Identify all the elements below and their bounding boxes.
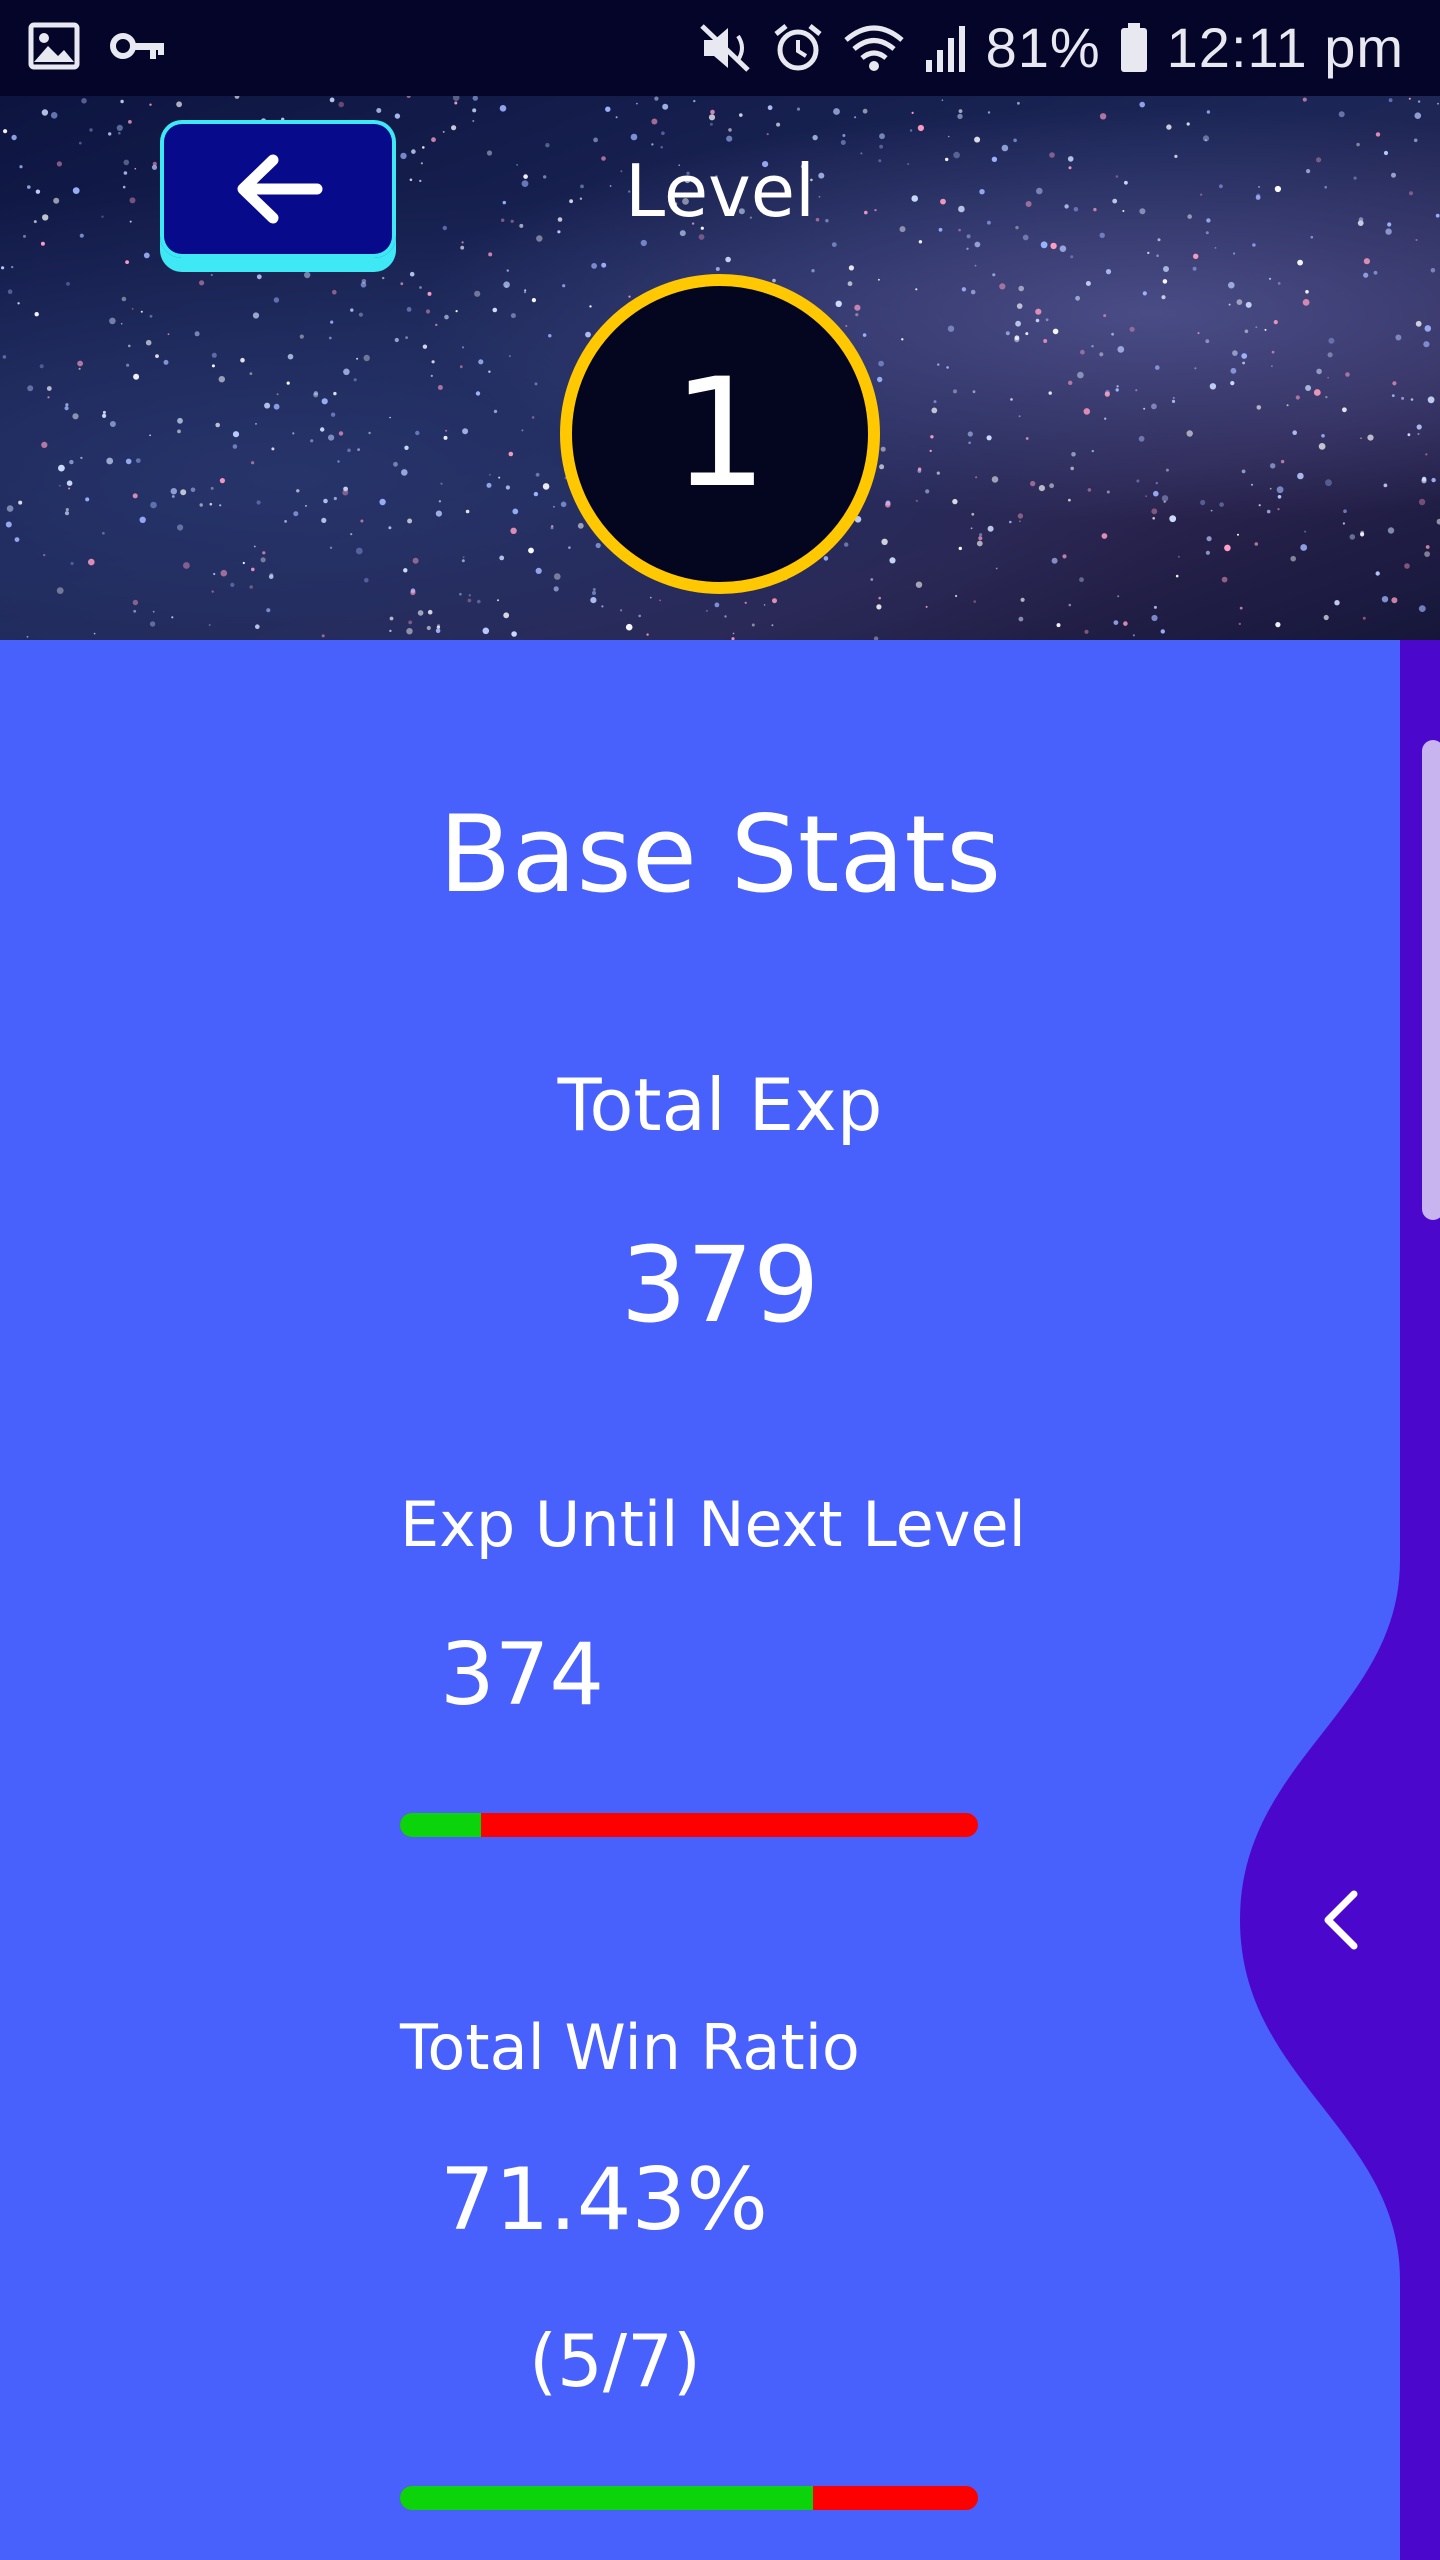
drawer-scroll-handle[interactable]: [1422, 740, 1440, 1220]
status-bar: 81% 12:11 pm: [0, 0, 1440, 96]
win-ratio-progress-bar: [400, 2486, 978, 2510]
status-bar-left: [28, 22, 166, 70]
drawer-toggle-button[interactable]: [1300, 1870, 1380, 1970]
chevron-left-icon: [1324, 1890, 1358, 1950]
exp-until-next-value: 374: [440, 1625, 605, 1725]
wifi-icon: [843, 25, 904, 71]
battery-icon: [1120, 23, 1147, 72]
win-ratio-progress-fill: [400, 2486, 813, 2510]
arrow-left-icon: [237, 154, 323, 224]
level-badge: 1: [560, 274, 880, 594]
clock: 12:11 pm: [1166, 16, 1404, 79]
section-title: Base Stats: [438, 793, 1002, 916]
exp-progress-fill: [400, 1813, 481, 1837]
level-number: 1: [672, 347, 768, 521]
total-exp-value: 379: [620, 1224, 820, 1346]
alarm-icon: [774, 24, 822, 71]
status-bar-right: 81% 12:11 pm: [698, 12, 1404, 84]
image-icon: [28, 22, 80, 70]
signal-icon: [925, 26, 965, 72]
page-title: Level: [624, 149, 816, 233]
exp-progress-bar: [400, 1813, 978, 1837]
win-ratio-value: 71.43%: [440, 2150, 768, 2250]
key-icon: [110, 33, 164, 59]
exp-until-next-label: Exp Until Next Level: [400, 1488, 1026, 1561]
win-ratio-detail: (5/7): [528, 2319, 702, 2403]
battery-percent: 81%: [985, 16, 1101, 79]
total-exp-label: Total Exp: [557, 1063, 883, 1147]
win-ratio-label: Total Win Ratio: [400, 2011, 860, 2084]
back-button[interactable]: [160, 120, 396, 258]
level-header: Level 1: [0, 96, 1440, 640]
vibrate-mute-icon: [699, 24, 750, 72]
